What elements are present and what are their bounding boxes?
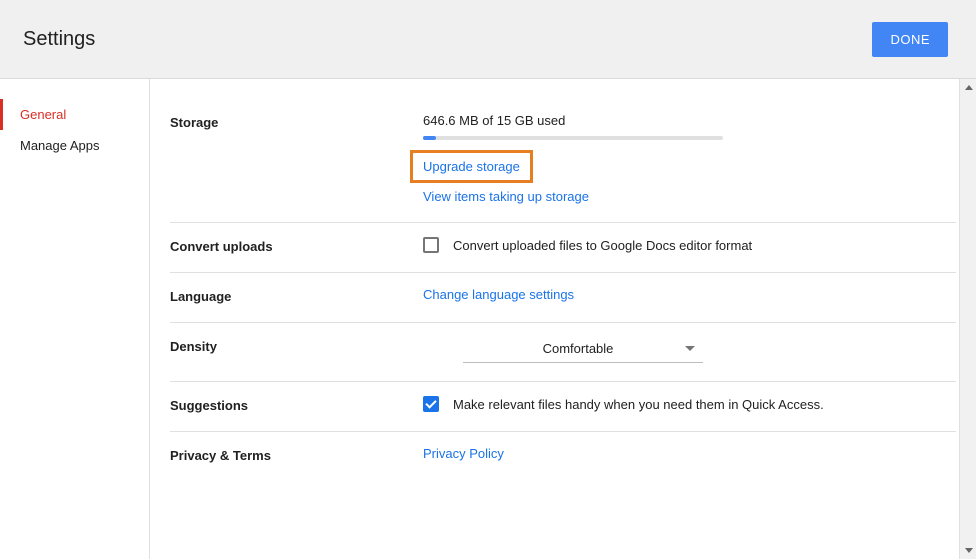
suggestions-checkbox-label: Make relevant files handy when you need …: [453, 397, 824, 412]
section-label-suggestions: Suggestions: [170, 396, 423, 413]
upgrade-storage-link[interactable]: Upgrade storage: [423, 159, 520, 174]
storage-bar-fill: [423, 136, 436, 140]
section-density: Density Comfortable: [170, 323, 956, 382]
sidebar-item-label: Manage Apps: [20, 138, 100, 153]
section-body-convert: Convert uploaded files to Google Docs ed…: [423, 237, 956, 254]
arrow-up-icon: [965, 85, 973, 90]
convert-checkbox-row: Convert uploaded files to Google Docs ed…: [423, 237, 956, 253]
done-button[interactable]: DONE: [872, 22, 948, 57]
chevron-down-icon: [685, 346, 695, 351]
section-storage: Storage 646.6 MB of 15 GB used Upgrade s…: [170, 99, 956, 223]
section-body-language: Change language settings: [423, 287, 956, 304]
section-body-privacy: Privacy Policy: [423, 446, 956, 463]
section-label-density: Density: [170, 337, 423, 363]
page-title: Settings: [23, 28, 95, 51]
sidebar-item-general[interactable]: General: [0, 99, 149, 130]
section-label-storage: Storage: [170, 113, 423, 204]
scrollbar[interactable]: [959, 79, 976, 559]
sidebar-item-manage-apps[interactable]: Manage Apps: [0, 130, 149, 161]
section-privacy: Privacy & Terms Privacy Policy: [170, 432, 956, 481]
section-suggestions: Suggestions Make relevant files handy wh…: [170, 382, 956, 432]
privacy-policy-link[interactable]: Privacy Policy: [423, 446, 504, 461]
convert-checkbox[interactable]: [423, 237, 439, 253]
section-label-privacy: Privacy & Terms: [170, 446, 423, 463]
scrollbar-up-button[interactable]: [960, 79, 976, 96]
section-label-convert: Convert uploads: [170, 237, 423, 254]
suggestions-checkbox-row: Make relevant files handy when you need …: [423, 396, 956, 412]
change-language-link[interactable]: Change language settings: [423, 287, 574, 302]
sidebar-item-label: General: [20, 107, 66, 122]
storage-usage-text: 646.6 MB of 15 GB used: [423, 113, 956, 128]
arrow-down-icon: [965, 548, 973, 553]
convert-checkbox-label: Convert uploaded files to Google Docs ed…: [453, 238, 752, 253]
settings-header: Settings DONE: [0, 0, 976, 79]
section-label-language: Language: [170, 287, 423, 304]
section-convert-uploads: Convert uploads Convert uploaded files t…: [170, 223, 956, 273]
suggestions-checkbox[interactable]: [423, 396, 439, 412]
section-body-storage: 646.6 MB of 15 GB used Upgrade storage V…: [423, 113, 956, 204]
density-value: Comfortable: [471, 341, 685, 356]
settings-content: Storage 646.6 MB of 15 GB used Upgrade s…: [150, 79, 976, 559]
upgrade-storage-highlight: Upgrade storage: [410, 150, 533, 183]
sidebar: General Manage Apps: [0, 79, 150, 559]
body-wrap: General Manage Apps Storage 646.6 MB of …: [0, 79, 976, 559]
section-body-suggestions: Make relevant files handy when you need …: [423, 396, 956, 413]
density-select[interactable]: Comfortable: [463, 337, 703, 363]
section-body-density: Comfortable: [423, 337, 956, 363]
section-language: Language Change language settings: [170, 273, 956, 323]
view-items-link[interactable]: View items taking up storage: [423, 189, 589, 204]
scrollbar-down-button[interactable]: [960, 542, 976, 559]
storage-bar: [423, 136, 723, 140]
